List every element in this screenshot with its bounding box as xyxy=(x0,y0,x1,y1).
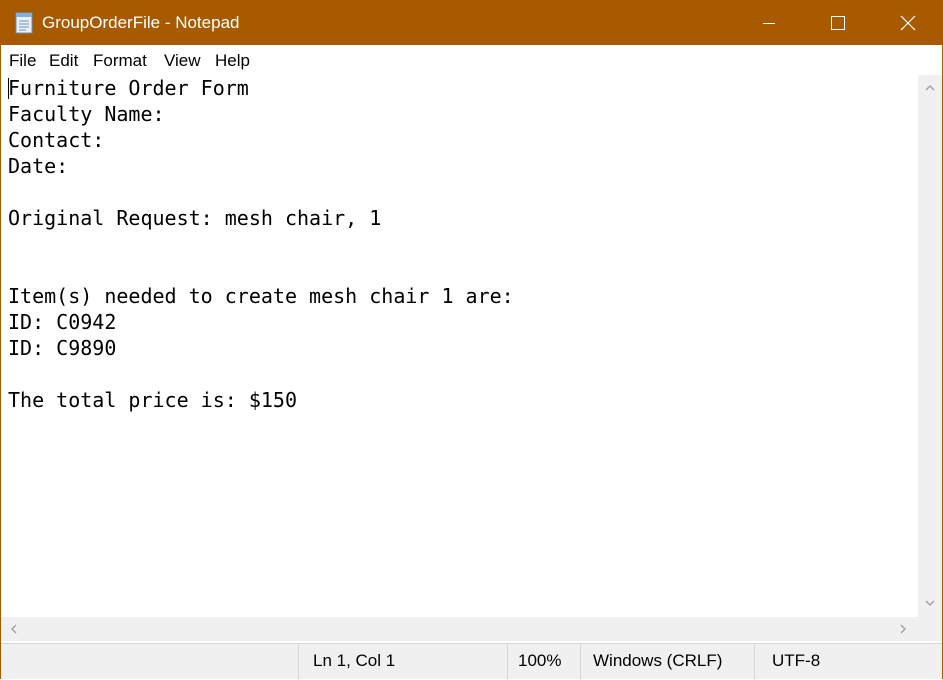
text-line: ID: C9890 xyxy=(8,336,117,360)
text-line: ID: C0942 xyxy=(8,310,117,334)
encoding: UTF-8 xyxy=(754,644,942,680)
cursor-position: Ln 1, Col 1 xyxy=(298,644,507,680)
horizontal-scrollbar[interactable] xyxy=(1,617,918,641)
minimize-icon xyxy=(763,22,775,24)
menu-bar: File Edit Format View Help xyxy=(1,45,942,75)
scroll-right-icon[interactable] xyxy=(899,624,907,634)
text-line: Furniture Order Form xyxy=(8,76,249,100)
menu-format[interactable]: Format xyxy=(93,51,147,71)
window-title: GroupOrderFile - Notepad xyxy=(42,13,240,32)
scroll-left-icon[interactable] xyxy=(10,624,18,634)
text-editor[interactable]: Furniture Order Form Faculty Name: Conta… xyxy=(1,75,918,617)
maximize-icon xyxy=(831,15,845,30)
zoom-level: 100% xyxy=(507,644,580,680)
title-bar[interactable]: GroupOrderFile - Notepad xyxy=(1,0,943,45)
menu-edit[interactable]: Edit xyxy=(49,51,78,71)
text-line: The total price is: $150 xyxy=(8,388,297,412)
maximize-button[interactable] xyxy=(815,0,861,45)
scroll-up-icon[interactable] xyxy=(925,84,935,92)
status-bar: Ln 1, Col 1 100% Windows (CRLF) UTF-8 xyxy=(1,643,942,680)
vertical-scrollbar[interactable] xyxy=(918,75,942,617)
text-line: Contact: xyxy=(8,128,105,152)
menu-help[interactable]: Help xyxy=(215,51,250,71)
menu-view[interactable]: View xyxy=(164,51,201,71)
close-button[interactable] xyxy=(885,0,931,45)
menu-file[interactable]: File xyxy=(9,51,36,71)
line-ending: Windows (CRLF) xyxy=(580,644,754,680)
scroll-down-icon[interactable] xyxy=(925,599,935,607)
close-icon xyxy=(900,15,916,30)
notepad-window: GroupOrderFile - Notepad File Edit Forma… xyxy=(0,0,943,680)
text-line: Faculty Name: xyxy=(8,102,165,126)
text-line: Original Request: mesh chair, 1 xyxy=(8,206,382,230)
minimize-button[interactable] xyxy=(746,0,792,45)
text-line: Date: xyxy=(8,154,69,178)
scroll-corner xyxy=(918,617,942,641)
notepad-icon xyxy=(15,12,33,34)
text-line: Item(s) needed to create mesh chair 1 ar… xyxy=(8,284,514,308)
